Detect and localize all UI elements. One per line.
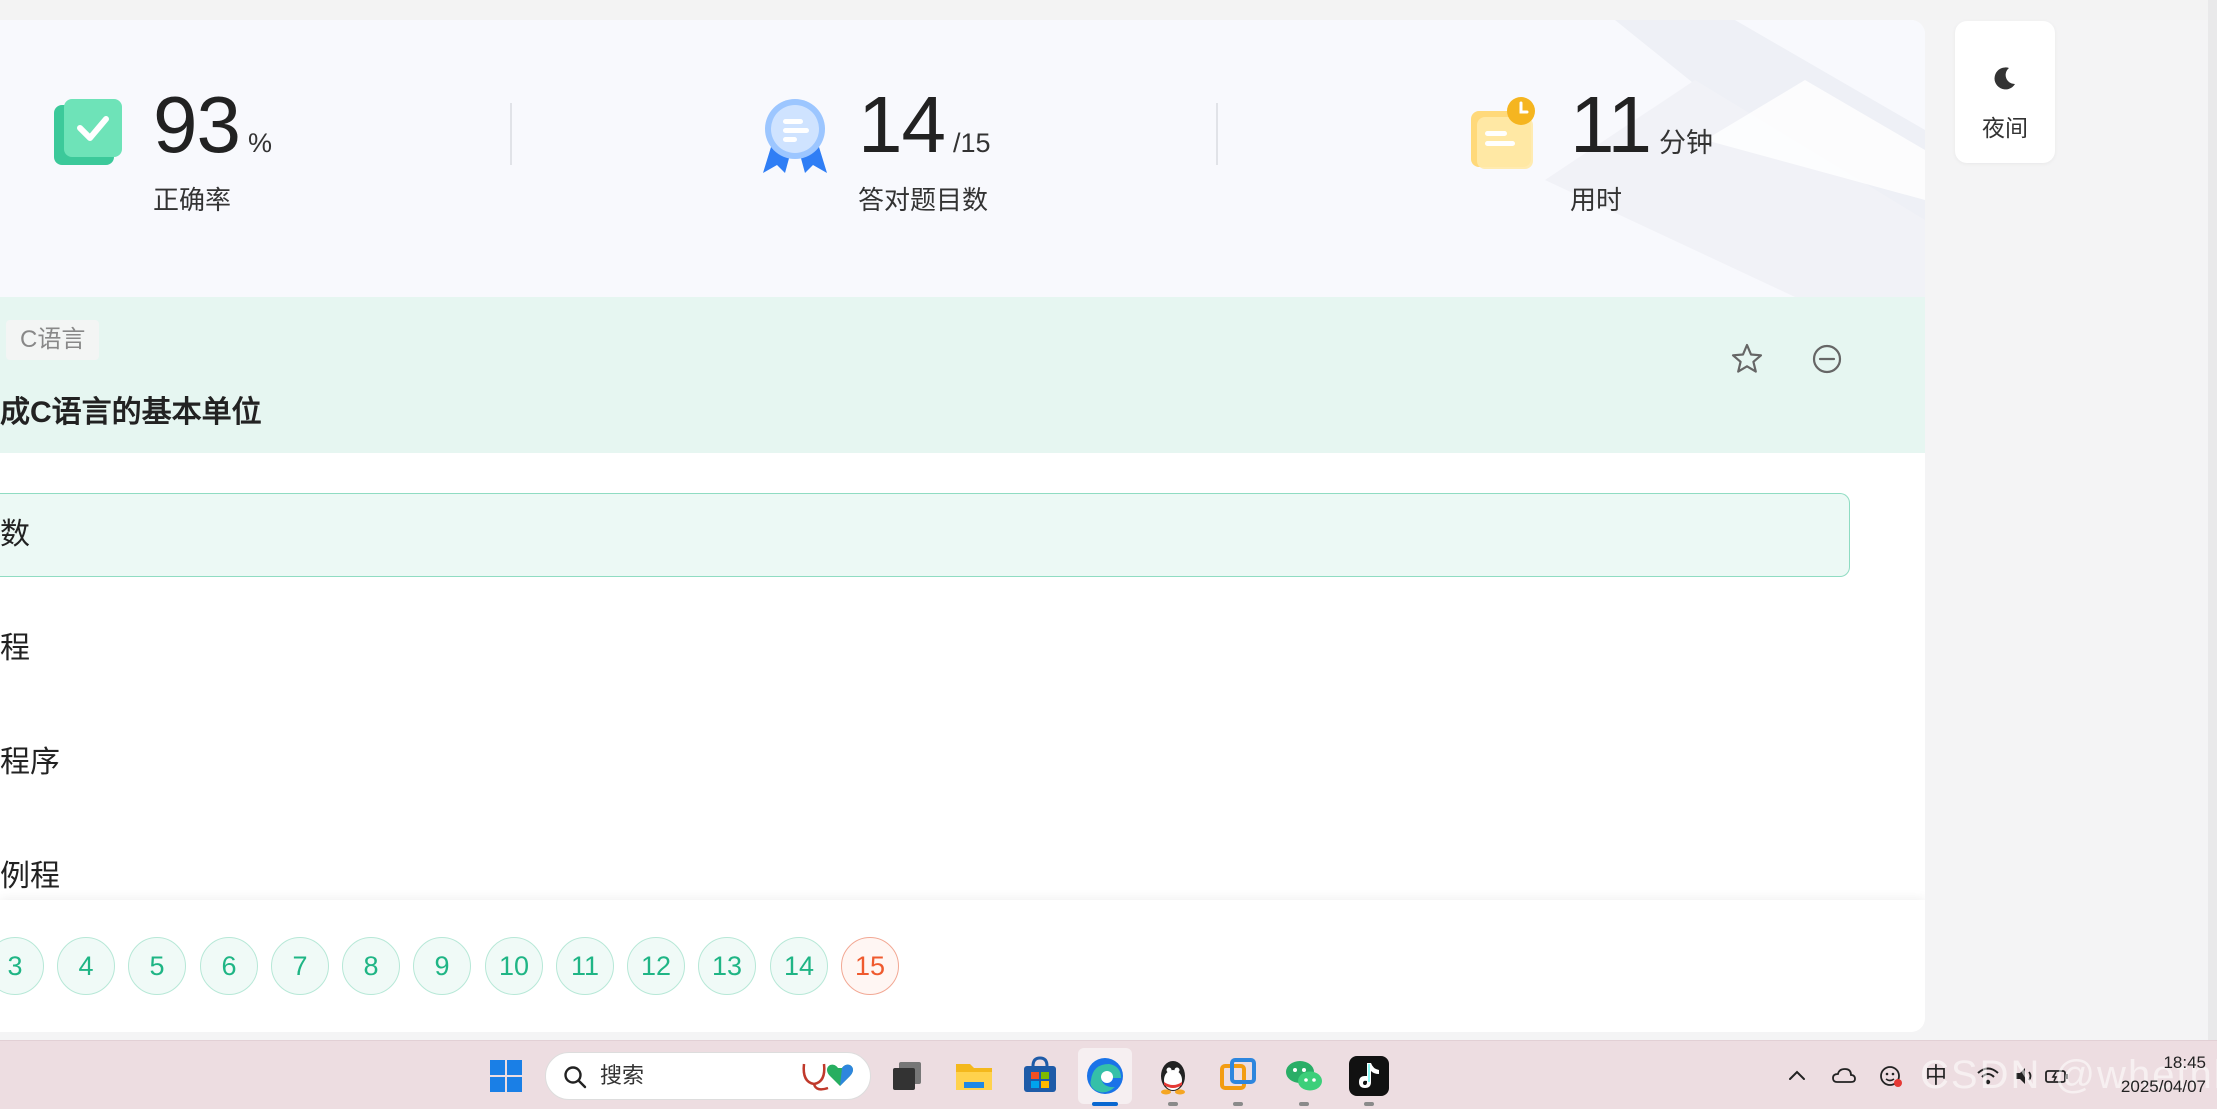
running-indicator [1168,1102,1178,1106]
vmware-icon[interactable] [1216,1054,1260,1098]
window-edge [2208,0,2217,1040]
question-number-button[interactable]: 13 [698,937,756,995]
question-number-button[interactable]: 6 [200,937,258,995]
star-icon[interactable] [1730,342,1764,376]
subject-tag: C语言 [6,320,100,360]
answer-option[interactable]: 数 [0,493,1850,577]
edge-browser-icon[interactable] [1083,1054,1127,1098]
remove-circle-icon[interactable] [1810,342,1844,376]
clock-note-icon [1471,97,1535,169]
time-unit: 分钟 [1659,128,1714,158]
award-ribbon-icon [763,99,827,173]
correct-count-label: 答对题目数 [858,185,989,215]
question-number-button[interactable]: 5 [128,937,186,995]
stethoscope-heart-icon [802,1063,853,1091]
question-title: 成C语言的基本单位 [0,396,262,429]
running-indicator [1299,1102,1309,1106]
running-indicator [1233,1102,1243,1106]
question-number-button[interactable]: 7 [271,937,329,995]
question-number-button[interactable]: 12 [627,937,685,995]
time-value: 11 [1570,80,1652,169]
system-clock[interactable]: 18:45 2025/04/07 [2121,1051,2206,1099]
microsoft-store-icon[interactable] [1018,1054,1062,1098]
answer-option[interactable]: 程 [0,607,1850,691]
check-card-icon [54,99,122,165]
clock-date: 2025/04/07 [2120,1077,2206,1096]
moon-icon [1994,67,2015,90]
time-label: 用时 [1570,185,1623,215]
divider [1216,103,1218,165]
active-app-indicator [1092,1102,1118,1106]
tiktok-icon[interactable] [1347,1054,1391,1098]
correct-count-value: 14 [858,80,946,169]
wechat-icon[interactable] [1282,1054,1326,1098]
browser-top-strip [0,0,2217,20]
chevron-up-icon[interactable] [1784,1063,1810,1089]
question-number-button[interactable]: 3 [0,937,44,995]
divider [510,103,512,165]
accuracy-unit: % [247,128,272,158]
windows-start-icon[interactable] [484,1054,528,1098]
taskbar: 搜索 中 CSDN @whethl 18:45 2025/04/07 [0,1040,2217,1109]
file-explorer-icon[interactable] [952,1054,996,1098]
search-placeholder: 搜索 [600,1063,645,1088]
task-view-icon[interactable] [885,1054,929,1098]
clock-time: 18:45 [2163,1053,2206,1072]
question-number-button[interactable]: 8 [342,937,400,995]
running-indicator [1364,1102,1374,1106]
emoji-status-icon[interactable] [1878,1063,1904,1089]
night-mode-label: 夜间 [1982,115,2028,141]
question-number-button[interactable]: 10 [485,937,543,995]
answer-option[interactable]: 程序 [0,721,1850,805]
onedrive-cloud-icon[interactable] [1831,1063,1857,1089]
taskbar-search[interactable]: 搜索 [545,1052,871,1100]
accuracy-value: 93 [153,80,241,169]
question-number-button[interactable]: 4 [57,937,115,995]
question-number-button[interactable]: 9 [413,937,471,995]
accuracy-label: 正确率 [153,185,232,215]
result-card: 93% 正确率 14/15 答对题目数 11 分钟 用时 C语言 成C语言的基本… [0,20,1925,1032]
stats-panel: 93% 正确率 14/15 答对题目数 11 分钟 用时 [0,20,1925,297]
question-number-button[interactable]: 14 [770,937,828,995]
question-navigator: 3 4 5 6 7 8 9 10 11 12 13 14 15 [0,900,1925,1032]
correct-count-total: /15 [952,128,991,158]
question-number-button-wrong[interactable]: 15 [841,937,899,995]
night-mode-button[interactable]: 夜间 [1955,21,2055,163]
question-number-button[interactable]: 11 [556,937,614,995]
qq-icon[interactable] [1151,1054,1195,1098]
question-header: C语言 成C语言的基本单位 [0,297,1925,453]
search-icon [564,1066,587,1089]
